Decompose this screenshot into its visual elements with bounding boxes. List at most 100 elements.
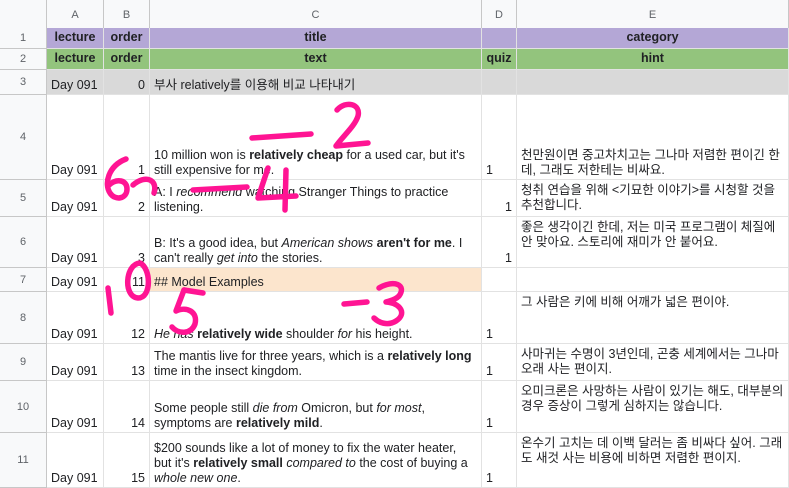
order-value: 3 <box>138 251 145 265</box>
order-cell[interactable]: 15 <box>104 433 150 488</box>
lecture-cell[interactable]: Day 091 <box>47 344 104 381</box>
quiz-cell[interactable]: 1 <box>482 292 517 344</box>
row-header-5[interactable]: 5 <box>0 180 47 217</box>
lecture-value: Day 091 <box>51 327 98 341</box>
row-header-3[interactable]: 3 <box>0 70 47 95</box>
header-order-cell[interactable]: order <box>104 49 150 70</box>
quiz-cell[interactable]: 1 <box>482 381 517 433</box>
quiz-cell[interactable]: 1 <box>482 180 517 217</box>
quiz-cell[interactable] <box>482 268 517 292</box>
order-cell[interactable]: 12 <box>104 292 150 344</box>
text-value: The mantis live for three years, which i… <box>154 349 472 378</box>
hint-value: 온수기 고치는 데 이백 달러는 좀 비싸다 싶어. 그래도 새것 사는 비용에… <box>521 436 783 465</box>
column-header-e[interactable]: E <box>517 0 789 28</box>
header-lecture-cell[interactable]: lecture <box>47 28 104 49</box>
lecture-value: Day 091 <box>51 78 98 92</box>
quiz-cell[interactable]: 1 <box>482 95 517 180</box>
header-hint-cell[interactable]: hint <box>517 49 789 70</box>
order-value: 1 <box>138 163 145 177</box>
hint-cell[interactable]: 오미크론은 사망하는 사람이 있기는 해도, 대부분의 경우 증상이 그렇게 심… <box>517 381 789 433</box>
quiz-value: 1 <box>486 364 493 378</box>
order-cell[interactable]: 2 <box>104 180 150 217</box>
column-header-d[interactable]: D <box>482 0 517 28</box>
hint-cell[interactable]: 그 사람은 키에 비해 어깨가 넓은 편이야. <box>517 292 789 344</box>
text-value: $200 sounds like a lot of money to fix t… <box>154 441 468 485</box>
row-header-4[interactable]: 4 <box>0 95 47 180</box>
text-cell[interactable]: A: I recommend watching Stranger Things … <box>150 180 482 217</box>
column-header-a[interactable]: A <box>47 0 104 28</box>
quiz-cell[interactable]: 1 <box>482 217 517 268</box>
row-header-8[interactable]: 8 <box>0 292 47 344</box>
header-quiz-cell[interactable]: quiz <box>482 49 517 70</box>
lecture-cell[interactable]: Day 091 <box>47 180 104 217</box>
select-all-corner[interactable] <box>0 0 47 28</box>
hint-value: 사마귀는 수명이 3년인데, 곤충 세계에서는 그나마 오래 사는 편이지. <box>521 347 779 376</box>
order-value: 14 <box>131 416 145 430</box>
quiz-value: 1 <box>505 251 512 265</box>
lecture-cell[interactable]: Day 091 <box>47 292 104 344</box>
row-header-7[interactable]: 7 <box>0 268 47 292</box>
text-value: ## Model Examples <box>154 275 264 289</box>
header-empty-cell[interactable] <box>482 28 517 49</box>
text-cell[interactable]: B: It's a good idea, but American shows … <box>150 217 482 268</box>
lecture-cell[interactable]: Day 091 <box>47 381 104 433</box>
hint-cell[interactable]: 청취 연습을 위해 <기묘한 이야기>를 시청할 것을 추천합니다. <box>517 180 789 217</box>
text-cell[interactable]: 부사 relatively를 이용해 비교 나타내기 <box>150 70 482 95</box>
lecture-value: Day 091 <box>51 471 98 485</box>
row-header-6[interactable]: 6 <box>0 217 47 268</box>
row-header-11[interactable]: 11 <box>0 433 47 488</box>
lecture-value: Day 091 <box>51 364 98 378</box>
hint-cell[interactable] <box>517 268 789 292</box>
lecture-cell[interactable]: Day 091 <box>47 95 104 180</box>
hint-cell[interactable]: 좋은 생각이긴 한데, 저는 미국 프로그램이 체질에 안 맞아요. 스토리에 … <box>517 217 789 268</box>
column-header-b[interactable]: B <box>104 0 150 28</box>
text-value: 부사 relatively를 이용해 비교 나타내기 <box>154 78 356 92</box>
text-value: Some people still die from Omicron, but … <box>154 401 425 430</box>
header-category-cell[interactable]: category <box>517 28 789 49</box>
text-cell[interactable]: He has relatively wide shoulder for his … <box>150 292 482 344</box>
order-cell[interactable]: 13 <box>104 344 150 381</box>
hint-cell[interactable]: 온수기 고치는 데 이백 달러는 좀 비싸다 싶어. 그래도 새것 사는 비용에… <box>517 433 789 488</box>
quiz-cell[interactable]: 1 <box>482 344 517 381</box>
order-cell[interactable]: 1 <box>104 95 150 180</box>
lecture-cell[interactable]: Day 091 <box>47 433 104 488</box>
row-header-9[interactable]: 9 <box>0 344 47 381</box>
text-cell[interactable]: 10 million won is relatively cheap for a… <box>150 95 482 180</box>
header-order-cell[interactable]: order <box>104 28 150 49</box>
order-cell[interactable]: 14 <box>104 381 150 433</box>
order-cell[interactable]: 0 <box>104 70 150 95</box>
header-text-cell[interactable]: text <box>150 49 482 70</box>
row-header-2[interactable]: 2 <box>0 49 47 70</box>
text-cell[interactable]: Some people still die from Omicron, but … <box>150 381 482 433</box>
quiz-value: 1 <box>486 471 493 485</box>
quiz-value: 1 <box>486 163 493 177</box>
hint-value: 청취 연습을 위해 <기묘한 이야기>를 시청할 것을 추천합니다. <box>521 183 775 212</box>
lecture-value: Day 091 <box>51 251 98 265</box>
order-cell[interactable]: 11 <box>104 268 150 292</box>
hint-value: 천만원이면 중고차치고는 그나마 저렴한 편이긴 한데, 그래도 저한테는 비싸… <box>521 148 780 177</box>
text-cell[interactable]: ## Model Examples <box>150 268 482 292</box>
lecture-cell[interactable]: Day 091 <box>47 70 104 95</box>
header-title-cell[interactable]: title <box>150 28 482 49</box>
hint-value: 좋은 생각이긴 한데, 저는 미국 프로그램이 체질에 안 맞아요. 스토리에 … <box>521 220 776 249</box>
order-value: 12 <box>131 327 145 341</box>
row-header-10[interactable]: 10 <box>0 381 47 433</box>
order-cell[interactable]: 3 <box>104 217 150 268</box>
lecture-cell[interactable]: Day 091 <box>47 217 104 268</box>
quiz-cell[interactable]: 1 <box>482 433 517 488</box>
hint-cell[interactable]: 천만원이면 중고차치고는 그나마 저렴한 편이긴 한데, 그래도 저한테는 비싸… <box>517 95 789 180</box>
quiz-cell[interactable] <box>482 70 517 95</box>
column-header-c[interactable]: C <box>150 0 482 28</box>
header-lecture-cell[interactable]: lecture <box>47 49 104 70</box>
order-value: 2 <box>138 200 145 214</box>
hint-value: 오미크론은 사망하는 사람이 있기는 해도, 대부분의 경우 증상이 그렇게 심… <box>521 384 784 413</box>
order-value: 15 <box>131 471 145 485</box>
text-cell[interactable]: $200 sounds like a lot of money to fix t… <box>150 433 482 488</box>
hint-cell[interactable]: 사마귀는 수명이 3년인데, 곤충 세계에서는 그나마 오래 사는 편이지. <box>517 344 789 381</box>
row-header-1[interactable]: 1 <box>0 28 47 49</box>
hint-cell[interactable] <box>517 70 789 95</box>
text-cell[interactable]: The mantis live for three years, which i… <box>150 344 482 381</box>
quiz-value: 1 <box>486 327 493 341</box>
lecture-cell[interactable]: Day 091 <box>47 268 104 292</box>
lecture-value: Day 091 <box>51 275 98 289</box>
